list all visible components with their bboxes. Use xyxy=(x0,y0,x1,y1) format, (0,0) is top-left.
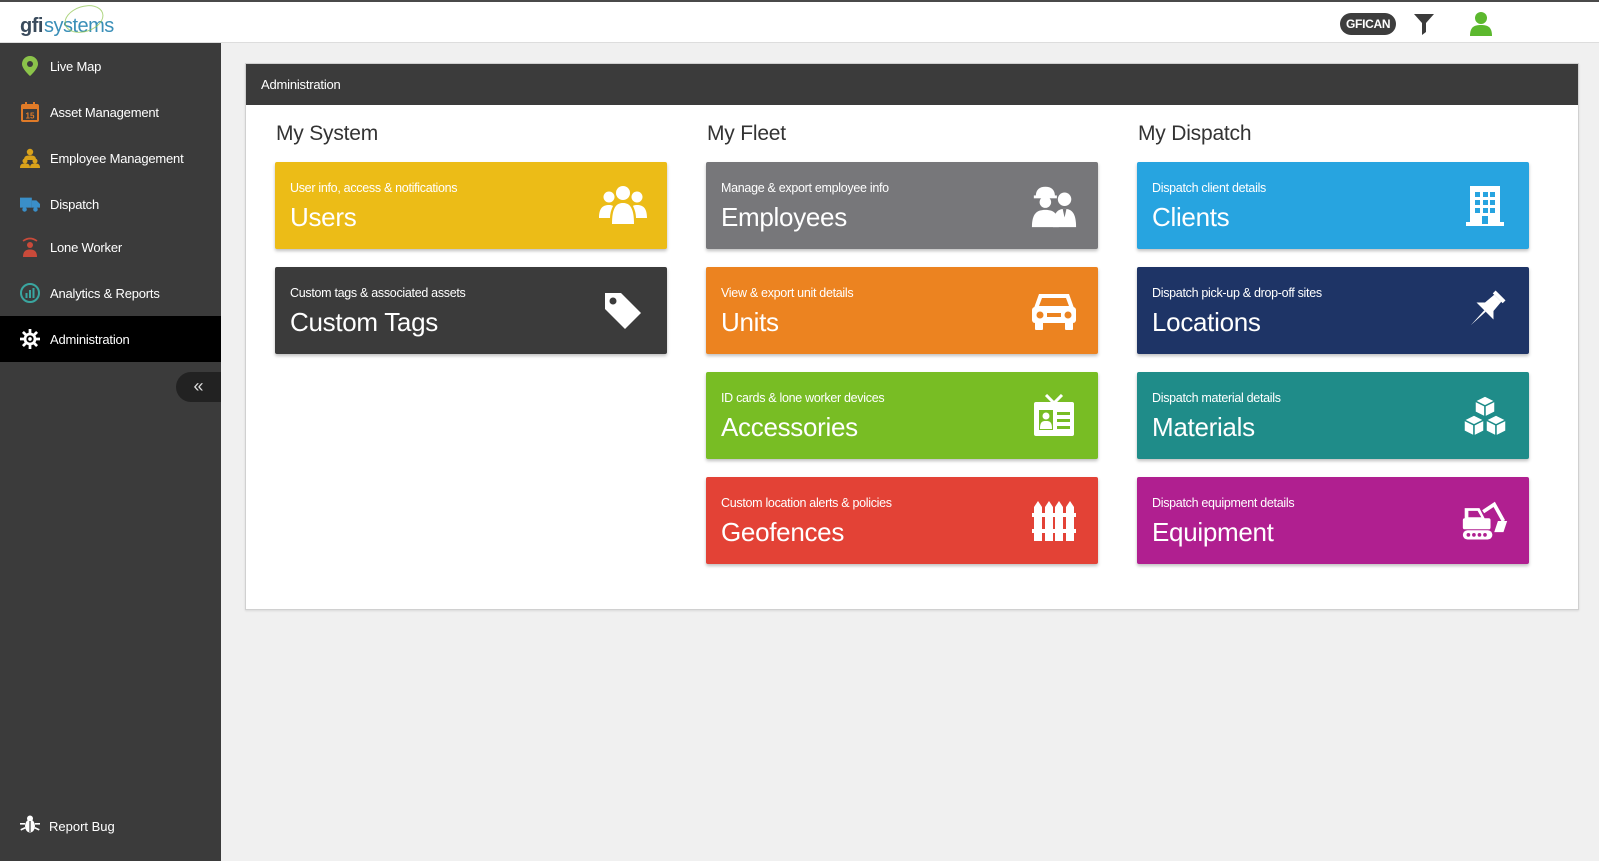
sidebar-item-label: Live Map xyxy=(50,58,102,74)
tile-title: Locations xyxy=(1152,307,1261,337)
tile-materials[interactable]: Dispatch material details Materials xyxy=(1137,372,1529,459)
sidebar-item-dispatch[interactable]: Dispatch xyxy=(0,181,221,227)
sidebar-item-asset-management[interactable]: 15 Asset Management xyxy=(0,89,221,135)
truck-icon xyxy=(20,194,40,214)
tile-employees[interactable]: Manage & export employee info Employees xyxy=(706,162,1098,249)
tile-geofences[interactable]: Custom location alerts & policies Geofen… xyxy=(706,477,1098,564)
fence-icon xyxy=(1030,497,1078,545)
tile-subtitle: User info, access & notifications xyxy=(290,181,458,195)
tile-subtitle: Custom location alerts & policies xyxy=(721,496,892,510)
cubes-icon xyxy=(1461,392,1509,440)
map-pin-icon xyxy=(20,56,40,76)
worker-icon xyxy=(20,237,40,257)
tile-title: Clients xyxy=(1152,202,1230,232)
tag-icon xyxy=(599,287,647,335)
tile-subtitle: Dispatch material details xyxy=(1152,391,1281,405)
tile-title: Materials xyxy=(1152,412,1255,442)
sidebar-item-live-map[interactable]: Live Map xyxy=(0,43,221,89)
bug-icon xyxy=(20,814,40,839)
building-icon xyxy=(1461,182,1509,230)
tile-subtitle: Dispatch equipment details xyxy=(1152,496,1295,510)
tile-subtitle: Manage & export employee info xyxy=(721,181,889,195)
sidebar-item-label: Asset Management xyxy=(50,104,159,120)
account-badge[interactable]: GFICAN xyxy=(1340,13,1397,35)
filter-icon[interactable] xyxy=(1413,12,1435,36)
employees-icon xyxy=(1030,182,1078,230)
tile-title: Custom Tags xyxy=(290,307,438,337)
sidebar-item-employee-management[interactable]: Employee Management xyxy=(0,135,221,181)
tile-users[interactable]: User info, access & notifications Users xyxy=(275,162,667,249)
column-title-my-fleet: My Fleet xyxy=(707,122,786,145)
tile-units[interactable]: View & export unit details Units xyxy=(706,267,1098,354)
tile-custom-tags[interactable]: Custom tags & associated assets Custom T… xyxy=(275,267,667,354)
tile-subtitle: ID cards & lone worker devices xyxy=(721,391,885,405)
tile-clients[interactable]: Dispatch client details Clients xyxy=(1137,162,1529,249)
employees-icon xyxy=(20,148,40,168)
tile-title: Users xyxy=(290,202,357,232)
sidebar-item-lone-worker[interactable]: Lone Worker xyxy=(0,224,221,270)
gfi-systems-logo[interactable]: gfi systems xyxy=(20,0,114,38)
car-icon xyxy=(1030,287,1078,335)
sidebar-item-analytics-reports[interactable]: Analytics & Reports xyxy=(0,270,221,316)
tile-accessories[interactable]: ID cards & lone worker devices Accessori… xyxy=(706,372,1098,459)
tile-title: Geofences xyxy=(721,517,845,547)
sidebar-item-label: Employee Management xyxy=(50,150,184,166)
tile-title: Equipment xyxy=(1152,517,1274,547)
pushpin-icon xyxy=(1461,287,1509,335)
calendar-icon: 15 xyxy=(20,102,40,122)
tile-subtitle: View & export unit details xyxy=(721,286,854,300)
report-bug-label: Report Bug xyxy=(49,818,115,834)
top-bar: gfi systems GFICAN xyxy=(0,0,1599,43)
panel-title: Administration xyxy=(246,64,1578,105)
sidebar-item-label: Analytics & Reports xyxy=(50,285,160,301)
users-icon xyxy=(599,182,647,230)
excavator-icon xyxy=(1461,497,1509,545)
tile-subtitle: Custom tags & associated assets xyxy=(290,286,466,300)
tile-title: Accessories xyxy=(721,412,858,442)
id-card-icon xyxy=(1030,392,1078,440)
column-title-my-system: My System xyxy=(276,122,379,145)
report-bug-button[interactable]: Report Bug xyxy=(0,808,221,844)
tile-locations[interactable]: Dispatch pick-up & drop-off sites Locati… xyxy=(1137,267,1529,354)
sidebar-item-administration[interactable]: Administration xyxy=(0,316,221,362)
sidebar-item-label: Lone Worker xyxy=(50,239,122,255)
tile-subtitle: Dispatch pick-up & drop-off sites xyxy=(1152,286,1322,300)
user-icon[interactable] xyxy=(1469,11,1493,37)
tile-subtitle: Dispatch client details xyxy=(1152,181,1266,195)
sidebar-item-label: Administration xyxy=(50,331,130,347)
sidebar: Live Map 15 Asset Management Employee Ma… xyxy=(0,43,221,861)
sidebar-item-label: Dispatch xyxy=(50,196,99,212)
svg-text:15: 15 xyxy=(26,112,35,121)
tile-title: Employees xyxy=(721,202,847,232)
analytics-icon xyxy=(20,283,40,303)
collapse-sidebar-button[interactable]: « xyxy=(176,372,221,402)
tile-equipment[interactable]: Dispatch equipment details Equipment xyxy=(1137,477,1529,564)
tile-title: Units xyxy=(721,307,779,337)
gear-icon xyxy=(20,329,40,349)
column-title-my-dispatch: My Dispatch xyxy=(1138,122,1252,145)
administration-panel: Administration My System My Fleet My Dis… xyxy=(245,63,1579,610)
logo-gfi-text: gfi xyxy=(20,15,43,37)
